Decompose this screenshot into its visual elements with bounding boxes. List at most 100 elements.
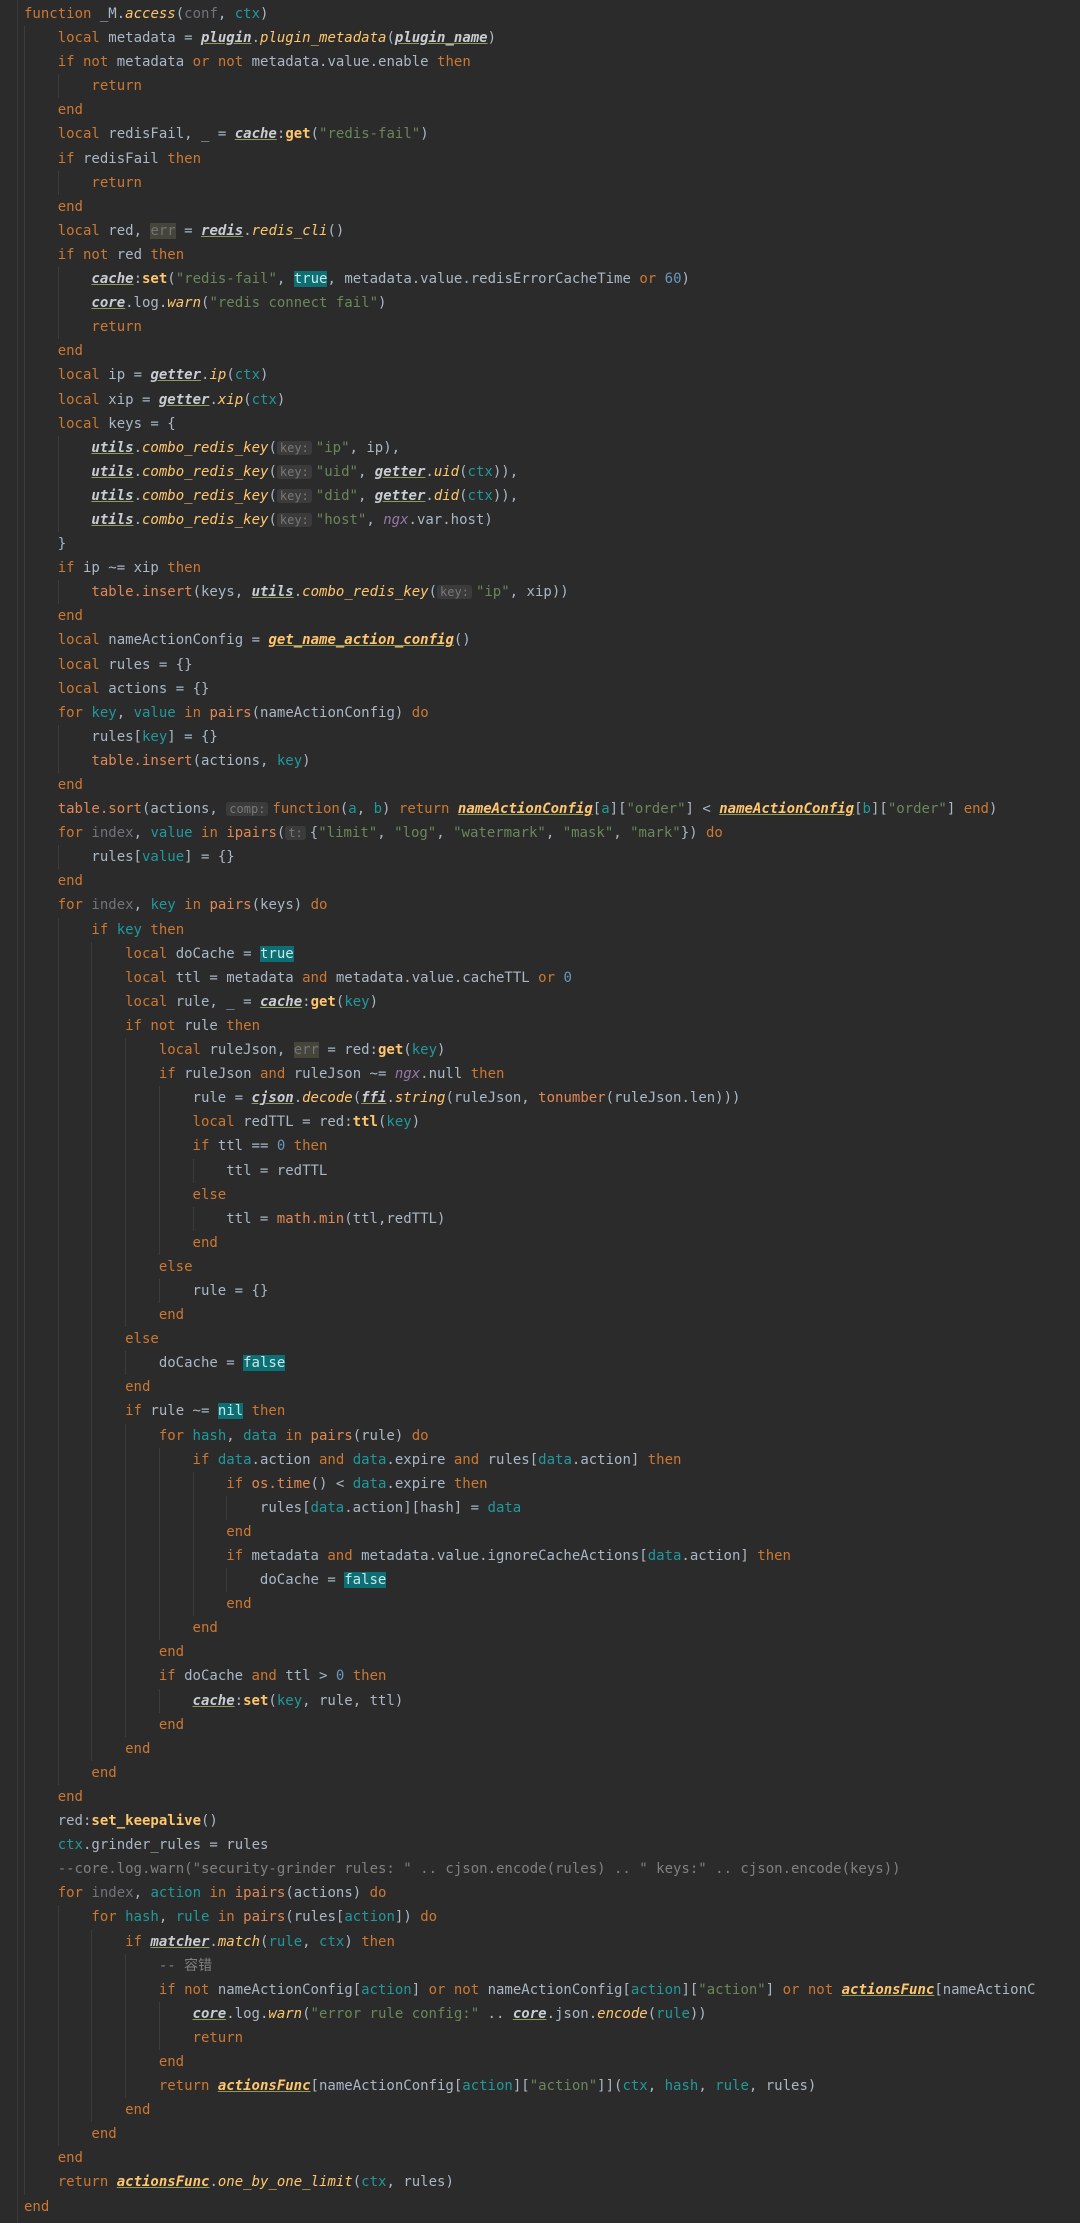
- code-line[interactable]: end: [24, 2195, 1080, 2219]
- code-line[interactable]: core.log.warn("error rule config:" .. co…: [24, 2002, 1080, 2026]
- code-line[interactable]: for index, action in ipairs(actions) do: [24, 1881, 1080, 1905]
- code-line[interactable]: end: [24, 1375, 1080, 1399]
- code-line[interactable]: end: [24, 869, 1080, 893]
- code-line[interactable]: local redTTL = red:ttl(key): [24, 1110, 1080, 1134]
- code-line[interactable]: local nameActionConfig = get_name_action…: [24, 628, 1080, 652]
- code-line[interactable]: if redisFail then: [24, 147, 1080, 171]
- code-line[interactable]: doCache = false: [24, 1351, 1080, 1375]
- code-line[interactable]: if not nameActionConfig[action] or not n…: [24, 1978, 1080, 2002]
- code-line[interactable]: for index, key in pairs(keys) do: [24, 893, 1080, 917]
- code-line[interactable]: end: [24, 98, 1080, 122]
- indent-guide: [58, 1086, 92, 1110]
- code-line[interactable]: end: [24, 2122, 1080, 2146]
- code-line[interactable]: if data.action and data.expire and rules…: [24, 1448, 1080, 1472]
- code-line[interactable]: }: [24, 532, 1080, 556]
- code-line[interactable]: else: [24, 1255, 1080, 1279]
- code-line[interactable]: return: [24, 171, 1080, 195]
- code-line[interactable]: end: [24, 1640, 1080, 1664]
- code-line[interactable]: local rule, _ = cache:get(key): [24, 990, 1080, 1014]
- code-line[interactable]: local doCache = true: [24, 942, 1080, 966]
- code-line[interactable]: local metadata = plugin.plugin_metadata(…: [24, 26, 1080, 50]
- code-line[interactable]: if ruleJson and ruleJson ~= ngx.null the…: [24, 1062, 1080, 1086]
- code-line[interactable]: if not rule then: [24, 1014, 1080, 1038]
- indent-guide: [24, 1809, 58, 1833]
- code-editor[interactable]: function _M.access(conf, ctx) local metad…: [24, 2, 1080, 2219]
- code-line[interactable]: end: [24, 1303, 1080, 1327]
- code-line[interactable]: end: [24, 2146, 1080, 2170]
- code-line[interactable]: local ruleJson, err = red:get(key): [24, 1038, 1080, 1062]
- code-line[interactable]: ttl = math.min(ttl,redTTL): [24, 1207, 1080, 1231]
- code-line[interactable]: cache:set("redis-fail", true, metadata.v…: [24, 267, 1080, 291]
- code-token: cache: [192, 1692, 235, 1709]
- code-line[interactable]: return actionsFunc.one_by_one_limit(ctx,…: [24, 2170, 1080, 2194]
- code-line[interactable]: for hash, data in pairs(rule) do: [24, 1424, 1080, 1448]
- code-line[interactable]: return: [24, 315, 1080, 339]
- code-line[interactable]: local ttl = metadata and metadata.value.…: [24, 966, 1080, 990]
- code-line[interactable]: core.log.warn("redis connect fail"): [24, 291, 1080, 315]
- code-line[interactable]: --core.log.warn("security-grinder rules:…: [24, 1857, 1080, 1881]
- code-line[interactable]: end: [24, 195, 1080, 219]
- code-line[interactable]: end: [24, 1616, 1080, 1640]
- code-line[interactable]: if key then: [24, 918, 1080, 942]
- code-line[interactable]: table.insert(actions, key): [24, 749, 1080, 773]
- code-line[interactable]: for hash, rule in pairs(rules[action]) d…: [24, 1905, 1080, 1929]
- code-line[interactable]: if not red then: [24, 243, 1080, 267]
- code-line[interactable]: table.sort(actions, comp: function(a, b) …: [24, 797, 1080, 821]
- code-line[interactable]: local red, err = redis.redis_cli(): [24, 219, 1080, 243]
- code-line[interactable]: if metadata and metadata.value.ignoreCac…: [24, 1544, 1080, 1568]
- code-line[interactable]: local xip = getter.xip(ctx): [24, 388, 1080, 412]
- code-line[interactable]: ttl = redTTL: [24, 1159, 1080, 1183]
- code-line[interactable]: local actions = {}: [24, 677, 1080, 701]
- code-line[interactable]: end: [24, 604, 1080, 628]
- code-line[interactable]: local ip = getter.ip(ctx): [24, 363, 1080, 387]
- code-line[interactable]: end: [24, 1737, 1080, 1761]
- code-token: end: [963, 801, 989, 818]
- code-line[interactable]: doCache = false: [24, 1568, 1080, 1592]
- code-line[interactable]: local redisFail, _ = cache:get("redis-fa…: [24, 122, 1080, 146]
- code-line[interactable]: rules[key] = {}: [24, 725, 1080, 749]
- code-token: utils: [91, 487, 134, 504]
- code-line[interactable]: end: [24, 2098, 1080, 2122]
- code-line[interactable]: local rules = {}: [24, 653, 1080, 677]
- code-line[interactable]: -- 容错: [24, 1954, 1080, 1978]
- code-line[interactable]: red:set_keepalive(): [24, 1809, 1080, 1833]
- code-line[interactable]: if ip ~= xip then: [24, 556, 1080, 580]
- code-line[interactable]: end: [24, 1761, 1080, 1785]
- code-line[interactable]: cache:set(key, rule, ttl): [24, 1689, 1080, 1713]
- code-line[interactable]: return actionsFunc[nameActionConfig[acti…: [24, 2074, 1080, 2098]
- code-line[interactable]: if doCache and ttl > 0 then: [24, 1664, 1080, 1688]
- code-line[interactable]: return: [24, 2026, 1080, 2050]
- code-line[interactable]: function _M.access(conf, ctx): [24, 2, 1080, 26]
- code-line[interactable]: return: [24, 74, 1080, 98]
- code-line[interactable]: if ttl == 0 then: [24, 1134, 1080, 1158]
- code-line[interactable]: for index, value in ipairs(t: {"limit", "…: [24, 821, 1080, 845]
- code-line[interactable]: end: [24, 1520, 1080, 1544]
- code-line[interactable]: for key, value in pairs(nameActionConfig…: [24, 701, 1080, 725]
- code-line[interactable]: utils.combo_redis_key(key: "did", getter.…: [24, 484, 1080, 508]
- indent-guide: [91, 1930, 125, 1954]
- code-line[interactable]: ctx.grinder_rules = rules: [24, 1833, 1080, 1857]
- code-line[interactable]: if os.time() < data.expire then: [24, 1472, 1080, 1496]
- code-line[interactable]: end: [24, 1785, 1080, 1809]
- indent-guide: [125, 1062, 159, 1086]
- code-line[interactable]: end: [24, 339, 1080, 363]
- code-line[interactable]: local keys = {: [24, 412, 1080, 436]
- code-line[interactable]: utils.combo_redis_key(key: "uid", getter.…: [24, 460, 1080, 484]
- code-line[interactable]: end: [24, 1592, 1080, 1616]
- code-line[interactable]: else: [24, 1327, 1080, 1351]
- code-line[interactable]: end: [24, 773, 1080, 797]
- code-line[interactable]: if matcher.match(rule, ctx) then: [24, 1930, 1080, 1954]
- code-line[interactable]: end: [24, 1713, 1080, 1737]
- code-line[interactable]: end: [24, 2050, 1080, 2074]
- code-line[interactable]: else: [24, 1183, 1080, 1207]
- code-line[interactable]: end: [24, 1231, 1080, 1255]
- code-line[interactable]: utils.combo_redis_key(key: "host", ngx.va…: [24, 508, 1080, 532]
- code-line[interactable]: table.insert(keys, utils.combo_redis_key…: [24, 580, 1080, 604]
- code-line[interactable]: rules[value] = {}: [24, 845, 1080, 869]
- code-line[interactable]: utils.combo_redis_key(key: "ip", ip),: [24, 436, 1080, 460]
- code-line[interactable]: rule = cjson.decode(ffi.string(ruleJson,…: [24, 1086, 1080, 1110]
- code-line[interactable]: rules[data.action][hash] = data: [24, 1496, 1080, 1520]
- code-line[interactable]: if rule ~= nil then: [24, 1399, 1080, 1423]
- code-line[interactable]: if not metadata or not metadata.value.en…: [24, 50, 1080, 74]
- code-line[interactable]: rule = {}: [24, 1279, 1080, 1303]
